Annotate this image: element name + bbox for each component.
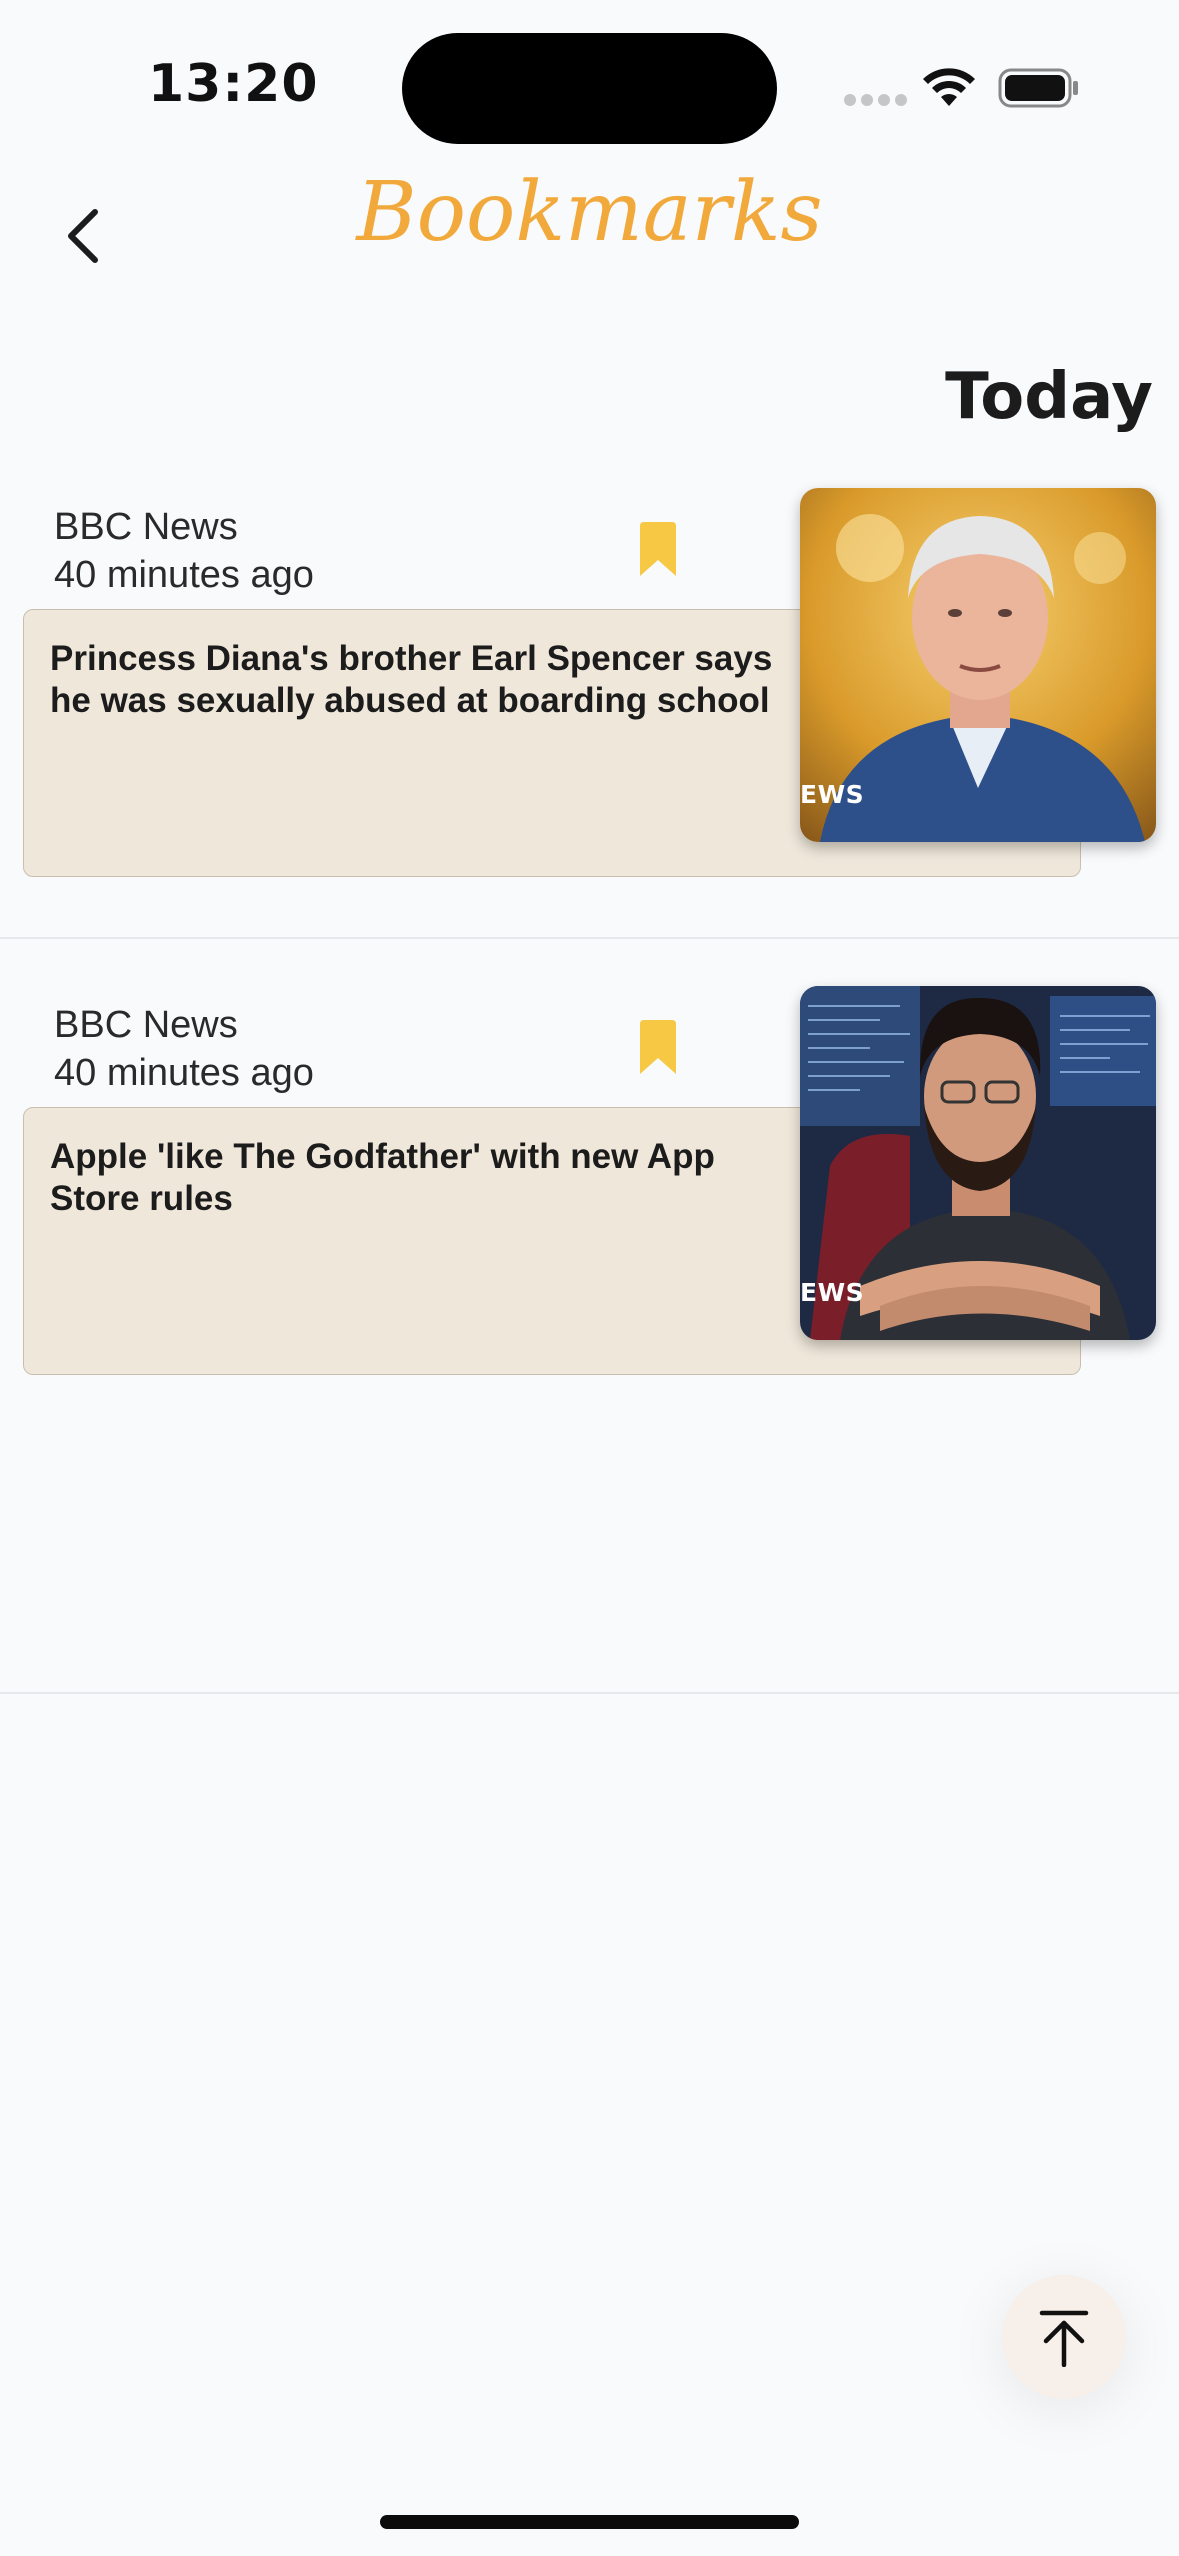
thumbnail-badge: EWS (800, 1278, 865, 1307)
article-source: BBC News (54, 1004, 238, 1046)
article-card[interactable]: BBC News 40 minutes ago Apple 'like The … (0, 986, 1179, 1484)
divider (0, 937, 1179, 939)
article-source: BBC News (54, 506, 238, 548)
article-headline: Apple 'like The Godfather' with new App … (50, 1137, 715, 1218)
scroll-to-top-button[interactable] (1002, 2275, 1126, 2399)
home-indicator (380, 2515, 799, 2529)
article-headline: Princess Diana's brother Earl Spencer sa… (50, 639, 773, 720)
section-heading: Today (945, 360, 1153, 434)
cellular-signal-icon (844, 94, 907, 108)
article-thumbnail[interactable]: EWS (800, 488, 1156, 842)
bookmark-icon[interactable] (638, 1020, 678, 1074)
divider (0, 1692, 1179, 1694)
scroll-to-top-icon (1039, 2310, 1089, 2367)
status-time: 13:20 (148, 54, 319, 114)
bookmark-icon[interactable] (638, 522, 678, 576)
dynamic-island (402, 33, 777, 144)
page-title: Bookmarks (356, 165, 823, 260)
article-thumbnail[interactable]: EWS (800, 986, 1156, 1340)
article-time: 40 minutes ago (54, 1052, 314, 1094)
battery-icon (998, 68, 1078, 108)
wifi-icon (923, 68, 975, 106)
article-card[interactable]: BBC News 40 minutes ago Princess Diana's… (0, 488, 1179, 986)
thumbnail-badge: EWS (800, 780, 865, 809)
article-time: 40 minutes ago (54, 554, 314, 596)
